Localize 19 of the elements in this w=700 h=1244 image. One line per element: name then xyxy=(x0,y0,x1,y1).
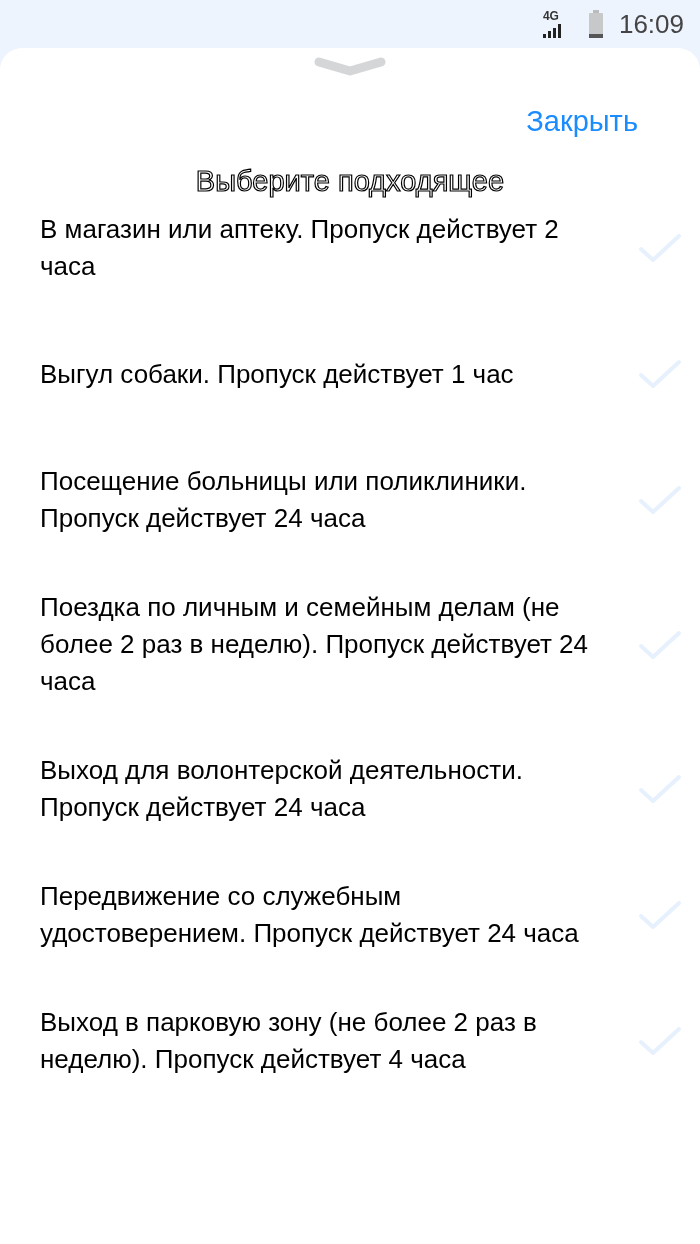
option-row[interactable]: Поездка по личным и семейным делам (не более 2 раз в неделю). Пропуск действует 24 часа xyxy=(0,589,700,700)
option-label: Выгул собаки. Пропуск действует 1 час xyxy=(40,357,515,391)
option-row[interactable]: Посещение больницы или поликлиники. Пропуск действует 24 часа xyxy=(0,463,700,537)
option-label: Передвижение со служебным удостоверением. Пропуск действует 24 часа xyxy=(40,880,580,950)
sheet-title: Выберите подходящее xyxy=(194,163,506,200)
option-label: Поездка по личным и семейным делам (не более 2 раз в неделю). Пропуск действует 24 часа xyxy=(40,591,590,698)
network-label: 4G xyxy=(542,10,559,22)
option-row[interactable]: Выход для волонтерской деятельности. Пропуск действует 24 часа xyxy=(0,752,700,826)
clock-time: 16:09 xyxy=(618,7,684,41)
option-row[interactable]: Передвижение со служебным удостоверением. Пропуск действует 24 часа xyxy=(0,878,700,952)
option-label: В магазин или аптеку. Пропуск действует 2 часа xyxy=(40,213,560,283)
option-row[interactable]: Выгул собаки. Пропуск действует 1 час xyxy=(0,337,700,411)
option-row[interactable]: Выход в парковую зону (не более 2 раз в неделю). Пропуск действует 4 часа xyxy=(0,1004,700,1078)
option-label: Посещение больницы или поликлиники. Пропуск действует 24 часа xyxy=(40,465,528,535)
option-label: Выход для волонтерской деятельности. Пропуск действует 24 часа xyxy=(40,754,524,824)
drag-handle-icon[interactable] xyxy=(314,56,386,78)
option-row[interactable]: В магазин или аптеку. Пропуск действует 2 часа xyxy=(0,211,700,285)
battery-icon xyxy=(588,10,603,38)
option-label: Выход в парковую зону (не более 2 раз в неделю). Пропуск действует 4 часа xyxy=(40,1006,538,1076)
